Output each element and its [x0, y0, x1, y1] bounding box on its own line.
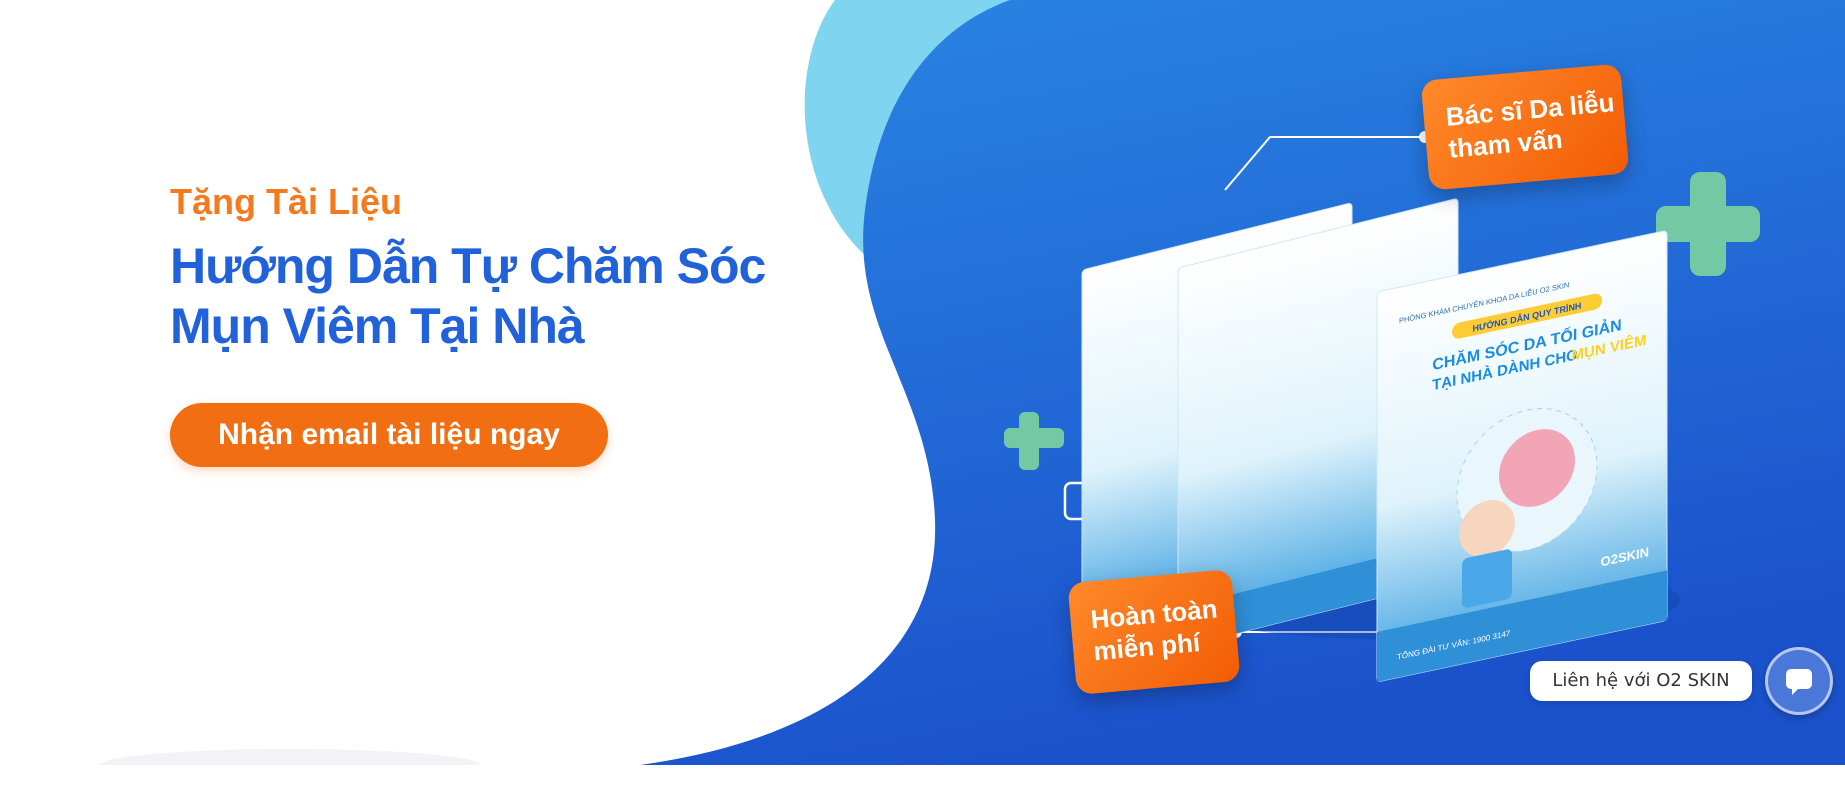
- eyebrow-label: Tặng Tài Liệu: [170, 181, 403, 222]
- floor-shadow: [100, 749, 480, 765]
- chat-icon: [1786, 669, 1812, 695]
- contact-label[interactable]: Liên hệ với O2 SKIN: [1530, 661, 1752, 701]
- chat-button[interactable]: [1765, 647, 1833, 715]
- hero-text-block: Tặng Tài Liệu Hướng Dẫn Tự Chăm Sóc Mụn …: [170, 180, 870, 356]
- callout-free: Hoàn toàn miễn phí: [1067, 569, 1241, 695]
- callout-dermatologist: Bác sĩ Da liễu tham vấn: [1420, 63, 1630, 191]
- get-email-document-button[interactable]: Nhận email tài liệu ngay: [170, 403, 608, 467]
- hero-banner: PHÒNG KHÁM CHUYÊN KHOA DA LIỄU O2 SKIN H…: [0, 0, 1845, 765]
- page-title: Hướng Dẫn Tự Chăm Sóc Mụn Viêm Tại Nhà: [170, 238, 766, 354]
